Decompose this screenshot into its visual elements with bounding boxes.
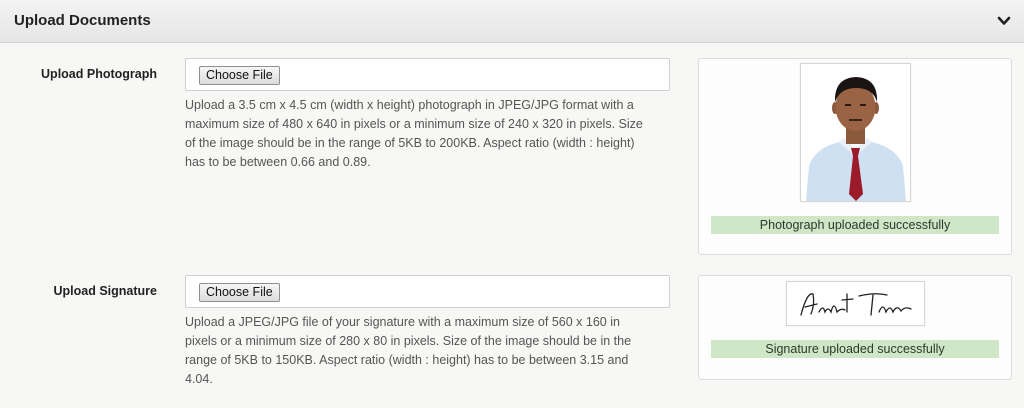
chevron-down-icon[interactable] bbox=[996, 13, 1012, 29]
photo-help-text: Upload a 3.5 cm x 4.5 cm (width x height… bbox=[185, 96, 675, 172]
signature-image bbox=[787, 282, 924, 325]
photo-status-message: Photograph uploaded successfully bbox=[711, 216, 999, 234]
photo-preview-box: Photograph uploaded successfully bbox=[698, 58, 1012, 255]
photo-help-line: has to be between 0.66 and 0.89. bbox=[185, 155, 371, 169]
photo-help-line: Upload a 3.5 cm x 4.5 cm (width x height… bbox=[185, 98, 634, 112]
signature-file-input[interactable]: Choose File bbox=[185, 275, 670, 308]
signature-help-line: range of 5KB to 150KB. Aspect ratio (wid… bbox=[185, 353, 629, 367]
panel-header[interactable]: Upload Documents bbox=[0, 0, 1024, 43]
signature-preview-box: Signature uploaded successfully bbox=[698, 275, 1012, 380]
photo-choose-file-button[interactable]: Choose File bbox=[199, 66, 280, 85]
panel-title: Upload Documents bbox=[14, 12, 151, 29]
signature-label: Upload Signature bbox=[53, 284, 157, 298]
signature-status-message: Signature uploaded successfully bbox=[711, 340, 999, 358]
signature-thumbnail bbox=[786, 281, 925, 326]
photo-thumbnail bbox=[800, 63, 911, 202]
photo-help-line: maximum size of 480 x 640 in pixels or a… bbox=[185, 117, 643, 131]
photo-file-input[interactable]: Choose File bbox=[185, 58, 670, 91]
passport-photo bbox=[801, 64, 910, 201]
signature-help-line: Upload a JPEG/JPG file of your signature… bbox=[185, 315, 620, 329]
signature-help-line: pixels or a minimum size of 280 x 80 in … bbox=[185, 334, 632, 348]
photo-label: Upload Photograph bbox=[41, 67, 157, 81]
signature-choose-file-button[interactable]: Choose File bbox=[199, 283, 280, 302]
signature-help-line: 4.04. bbox=[185, 372, 213, 386]
photo-help-line: of the image should be in the range of 5… bbox=[185, 136, 635, 150]
signature-help-text: Upload a JPEG/JPG file of your signature… bbox=[185, 313, 675, 389]
